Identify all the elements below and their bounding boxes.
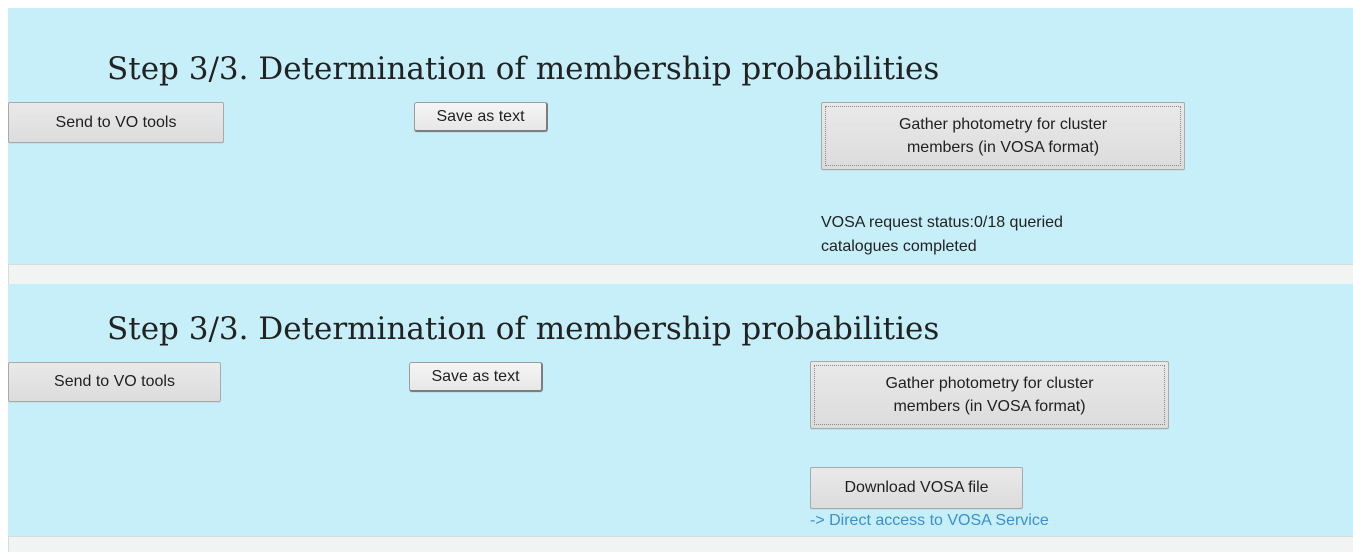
- gather-photometry-label: Gather photometry for cluster members (i…: [885, 375, 1094, 415]
- save-as-text-button[interactable]: Save as text: [414, 102, 548, 132]
- panel-separator: [8, 264, 1353, 284]
- gather-photometry-label: Gather photometry for cluster members (i…: [898, 116, 1108, 156]
- gather-photometry-button[interactable]: Gather photometry for cluster members (i…: [810, 361, 1169, 429]
- send-to-vo-tools-button[interactable]: Send to VO tools: [8, 362, 221, 402]
- panel-separator: [8, 536, 1353, 552]
- step-title: Step 3/3. Determination of membership pr…: [107, 311, 940, 347]
- save-as-text-button[interactable]: Save as text: [409, 362, 543, 392]
- step-title: Step 3/3. Determination of membership pr…: [107, 51, 940, 87]
- download-vosa-file-button[interactable]: Download VOSA file: [810, 467, 1023, 509]
- vosa-request-status: VOSA request status:0/18 queried catalog…: [821, 214, 1063, 255]
- gather-photometry-button[interactable]: Gather photometry for cluster members (i…: [821, 102, 1185, 170]
- step-panel-initial: Step 3/3. Determination of membership pr…: [8, 8, 1353, 264]
- step-panel-completed: Step 3/3. Determination of membership pr…: [8, 284, 1353, 536]
- vosa-service-link[interactable]: -> Direct access to VOSA Service: [810, 512, 1049, 530]
- send-to-vo-tools-button[interactable]: Send to VO tools: [8, 102, 224, 143]
